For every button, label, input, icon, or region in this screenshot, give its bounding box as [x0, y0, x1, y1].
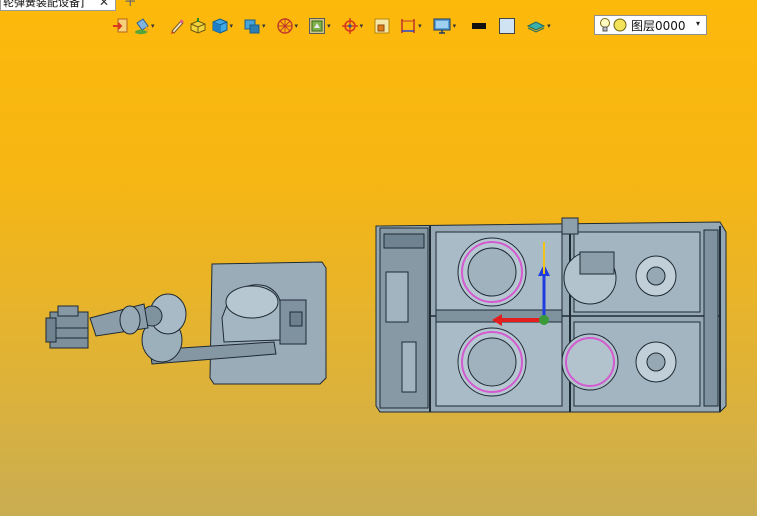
- chevron-down-icon[interactable]: ▾: [453, 22, 457, 30]
- line-color-button[interactable]: [470, 15, 488, 37]
- display-settings-button[interactable]: ▾: [432, 15, 457, 37]
- paint-bucket-button[interactable]: ▾: [134, 15, 155, 37]
- measure-icon: [401, 19, 415, 33]
- light-bulb-icon: [600, 18, 610, 32]
- display-monitor-icon: [433, 18, 451, 34]
- chevron-down-icon[interactable]: ▾: [327, 22, 331, 30]
- snap-button[interactable]: ▾: [341, 15, 364, 37]
- solid-cube-icon: [212, 18, 228, 34]
- view-frame-icon: [309, 18, 326, 34]
- import-icon: [113, 18, 128, 33]
- chevron-down-icon[interactable]: ▾: [418, 22, 422, 30]
- chevron-down-icon[interactable]: ▾: [151, 22, 155, 30]
- white-color-swatch-icon: [499, 18, 516, 34]
- sketch-pen-icon: [170, 19, 184, 34]
- black-color-swatch-icon: [472, 23, 487, 29]
- tab-strip: 轮弹簧装配设备] ✕ +: [0, 0, 757, 12]
- document-tab[interactable]: 轮弹簧装配设备] ✕: [0, 0, 116, 11]
- surface-layer-icon: [527, 21, 546, 33]
- extrude-box-icon: [190, 18, 206, 34]
- snap-target-icon: [341, 18, 358, 34]
- extrude-button[interactable]: [189, 15, 207, 37]
- solid-button[interactable]: ▾: [211, 15, 234, 37]
- assembly-button[interactable]: ▾: [243, 15, 266, 37]
- wireframe-view-icon: [276, 18, 293, 34]
- chevron-down-icon[interactable]: ▾: [230, 22, 234, 30]
- close-icon[interactable]: ✕: [99, 0, 109, 9]
- view-toolbar: ▾ ▾ ▾ ▾ ▾ ▾ ▾ ▾ ▾: [112, 15, 555, 37]
- paint-bucket-icon: [135, 18, 149, 35]
- chevron-down-icon[interactable]: ▾: [360, 22, 364, 30]
- surface-layer-button[interactable]: ▾: [526, 15, 551, 37]
- measure-button[interactable]: ▾: [399, 15, 422, 37]
- layer-select[interactable]: 图层0000 ▾: [594, 15, 707, 35]
- spring-assembly-station-model[interactable]: [374, 212, 730, 416]
- chevron-down-icon[interactable]: ▾: [295, 22, 299, 30]
- layer-color-dot-icon: [613, 18, 627, 32]
- assembly-cube-icon: [244, 19, 260, 34]
- section-view-icon: [374, 18, 390, 34]
- sketch-button[interactable]: [169, 15, 185, 37]
- fill-color-button[interactable]: [498, 15, 516, 37]
- chevron-down-icon[interactable]: ▾: [262, 22, 266, 30]
- document-tab-title: 轮弹簧装配设备]: [3, 0, 85, 9]
- section-view-button[interactable]: [373, 15, 391, 37]
- chevron-down-icon[interactable]: ▾: [547, 22, 551, 30]
- robot-arm-model[interactable]: [44, 258, 334, 388]
- view-frame-button[interactable]: ▾: [308, 15, 331, 37]
- wireframe-view-button[interactable]: ▾: [276, 15, 299, 37]
- 3d-viewport[interactable]: [0, 40, 757, 516]
- import-button[interactable]: [112, 15, 130, 37]
- new-tab-icon[interactable]: +: [124, 0, 137, 9]
- chevron-down-icon[interactable]: ▾: [696, 19, 700, 28]
- layer-name: 图层0000: [631, 18, 686, 33]
